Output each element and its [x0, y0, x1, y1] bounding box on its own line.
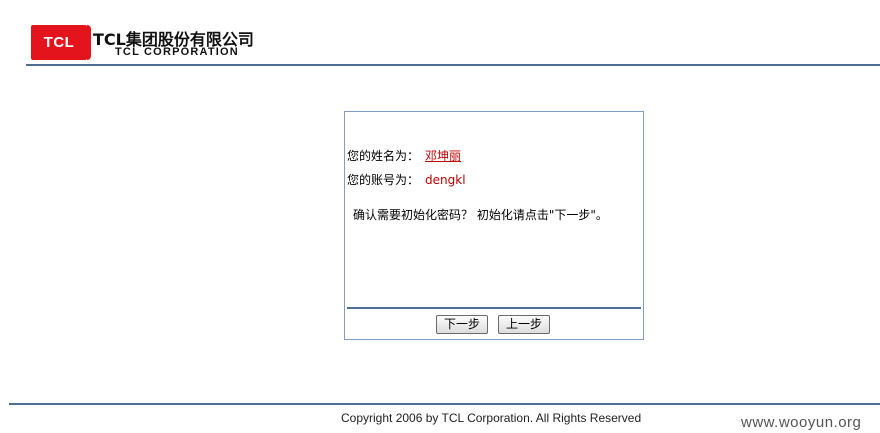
watermark-text: www.wooyun.org: [741, 414, 862, 431]
company-name-en: TCL CORPORATION: [115, 46, 239, 58]
page: TCL TCL集团股份有限公司 TCL CORPORATION 您的姓名为： 邓坤…: [0, 0, 880, 433]
previous-step-button[interactable]: 上一步: [498, 315, 550, 334]
account-row: 您的账号为： dengkl: [347, 171, 466, 188]
reset-password-panel: 您的姓名为： 邓坤丽 您的账号为： dengkl 确认需要初始化密码？ 初始化请点击…: [344, 111, 644, 340]
name-label: 您的姓名为：: [347, 149, 420, 163]
copyright-text: Copyright 2006 by TCL Corporation. All R…: [341, 411, 642, 425]
next-step-button[interactable]: 下一步: [436, 315, 488, 334]
name-row: 您的姓名为： 邓坤丽: [347, 147, 461, 164]
account-value: dengkl: [425, 173, 466, 187]
tcl-logo: TCL: [31, 25, 91, 60]
confirm-message: 确认需要初始化密码？ 初始化请点击"下一步"。: [353, 208, 608, 222]
header-divider: [26, 64, 880, 66]
logo-text: TCL: [43, 34, 75, 51]
account-label: 您的账号为：: [347, 173, 420, 187]
footer-divider: [9, 403, 880, 405]
panel-divider: [347, 307, 641, 309]
name-value: 邓坤丽: [425, 149, 462, 163]
